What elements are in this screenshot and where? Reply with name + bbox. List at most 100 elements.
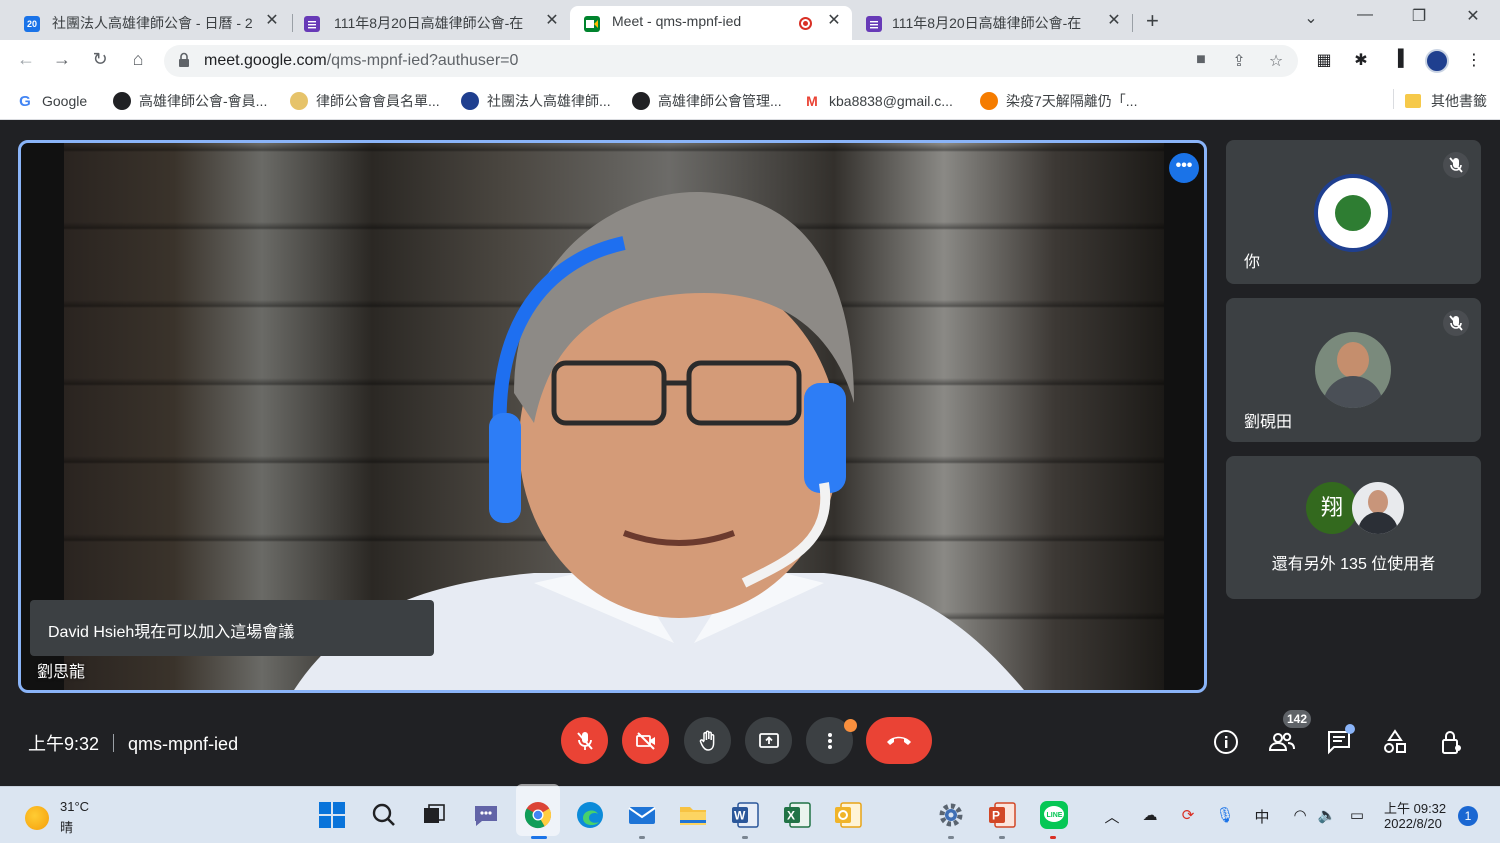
activities-button[interactable] — [1381, 728, 1409, 756]
volume-icon[interactable]: 🔈 — [1316, 806, 1338, 824]
reload-button[interactable]: ↻ — [88, 49, 112, 70]
windows-icon — [319, 802, 345, 828]
apps-grid-icon[interactable]: ▦ — [1313, 50, 1335, 70]
bookmark-item[interactable]: 高雄律師公會-會員... — [113, 91, 267, 111]
clock-time[interactable]: 上午 09:32 — [1384, 798, 1446, 817]
participant-tile-self[interactable]: 你 — [1226, 140, 1481, 284]
weather-temperature[interactable]: 31°C — [60, 799, 89, 814]
mail-taskbar-button[interactable] — [626, 800, 658, 830]
chat-bubble-icon — [475, 806, 497, 826]
file-explorer-taskbar-button[interactable] — [677, 800, 709, 830]
tile-more-options-button[interactable]: ••• — [1169, 153, 1199, 183]
profile-avatar[interactable] — [1425, 49, 1449, 73]
present-screen-button[interactable] — [745, 717, 792, 764]
wifi-icon[interactable]: ◠ — [1289, 806, 1311, 824]
participant-name: 劉硯田 — [1244, 414, 1293, 431]
other-bookmarks[interactable]: 其他書籤 — [1405, 91, 1487, 111]
join-notification: David Hsieh現在可以加入這場會議 — [30, 600, 434, 656]
bookmark-item[interactable]: 高雄律師公會管理... — [632, 91, 782, 111]
new-tab-button[interactable]: + — [1146, 8, 1159, 34]
tab-meet[interactable]: Meet - qms-mpnf-ied ✕ — [570, 6, 852, 40]
bookmark-label: 高雄律師公會-會員... — [139, 93, 268, 109]
tab-forms-2[interactable]: 111年8月20日高雄律師公會-在 ✕ — [852, 6, 1132, 40]
running-indicator — [1050, 836, 1056, 839]
input-method-indicator[interactable]: 中 — [1251, 806, 1273, 827]
close-tab-icon[interactable]: ✕ — [1104, 11, 1124, 31]
bookmark-item[interactable]: 社團法人高雄律師... — [461, 91, 611, 111]
search-button[interactable] — [368, 800, 400, 830]
tab-calendar[interactable]: 20 社團法人高雄律師公會 - 日曆 - 2 ✕ — [0, 6, 290, 40]
word-taskbar-button[interactable]: W — [729, 800, 761, 830]
camera-icon[interactable]: ■ — [1190, 51, 1212, 69]
settings-taskbar-button[interactable] — [935, 800, 967, 830]
sun-icon[interactable] — [25, 806, 49, 830]
battery-icon[interactable]: ▭ — [1346, 806, 1368, 824]
show-hidden-icons-chevron-icon[interactable]: ︿ — [1101, 806, 1123, 827]
host-controls-button[interactable] — [1438, 728, 1466, 756]
weather-condition[interactable]: 晴 — [60, 817, 73, 836]
site-icon — [632, 92, 650, 110]
camera-toggle-button[interactable] — [622, 717, 669, 764]
recording-icon — [799, 17, 812, 30]
sync-icon[interactable]: ⟳ — [1177, 806, 1199, 824]
task-view-button[interactable] — [418, 800, 450, 830]
microphone-icon[interactable]: 🎙 — [1214, 806, 1236, 824]
participant-avatar — [1315, 332, 1391, 408]
close-tab-icon[interactable]: ✕ — [824, 11, 844, 31]
bookmark-label: 高雄律師公會管理... — [658, 93, 782, 109]
mic-off-icon — [1443, 152, 1469, 178]
notification-badge[interactable]: 1 — [1458, 806, 1478, 826]
share-icon[interactable]: ⇪ — [1228, 51, 1250, 71]
bookmark-item[interactable]: 律師公會會員名單... — [290, 91, 440, 111]
tab-title: 111年8月20日高雄律師公會-在 — [334, 15, 524, 31]
more-participants-tile[interactable]: 翔 還有另外 135 位使用者 — [1226, 456, 1481, 599]
tab-title: Meet - qms-mpnf-ied — [612, 13, 742, 29]
forms-icon — [866, 16, 882, 32]
raise-hand-button[interactable] — [684, 717, 731, 764]
back-button[interactable]: ← — [14, 49, 38, 70]
close-window-button[interactable]: ✕ — [1458, 6, 1488, 26]
side-panel-icon[interactable]: ▐ — [1387, 50, 1409, 68]
svg-text:X: X — [787, 809, 795, 823]
outlook-taskbar-button[interactable] — [832, 800, 864, 830]
onedrive-cloud-icon[interactable]: ☁ — [1139, 806, 1161, 824]
outlook-icon — [835, 802, 862, 828]
extensions-puzzle-icon[interactable]: ✱ — [1350, 50, 1372, 70]
folder-icon — [680, 807, 706, 825]
bookmark-item[interactable]: G Google — [16, 91, 87, 111]
close-tab-icon[interactable]: ✕ — [262, 11, 282, 31]
tab-forms-1[interactable]: 111年8月20日高雄律師公會-在 ✕ — [282, 6, 570, 40]
meeting-details-button[interactable] — [1212, 728, 1240, 756]
meeting-code: qms-mpnf-ied — [128, 734, 239, 754]
bookmark-item[interactable]: Mkba8838@gmail.c... — [803, 91, 953, 111]
url-host: meet.google.com — [204, 52, 327, 69]
start-button[interactable] — [316, 800, 348, 830]
teams-chat-button[interactable] — [470, 800, 502, 830]
people-button[interactable] — [1268, 728, 1296, 756]
meeting-info: 上午9:32 qms-mpnf-ied — [28, 730, 238, 756]
leave-call-button[interactable] — [866, 717, 932, 764]
line-taskbar-button[interactable]: LINE — [1038, 800, 1070, 830]
main-speaker-tile[interactable]: ••• David Hsieh現在可以加入這場會議 劉思龍 — [18, 140, 1207, 693]
address-bar[interactable]: meet.google.com/qms-mpnf-ied?authuser=0 … — [164, 45, 1298, 77]
participant-tile[interactable]: 劉硯田 — [1226, 298, 1481, 442]
chrome-taskbar-button[interactable] — [522, 800, 554, 830]
tab-search-icon[interactable]: ⌄ — [1296, 8, 1326, 28]
bookmark-item[interactable]: 染疫7天解隔離仍「... — [980, 91, 1137, 111]
restore-window-button[interactable]: ❐ — [1404, 6, 1434, 26]
powerpoint-taskbar-button[interactable]: P — [986, 800, 1018, 830]
chrome-icon — [524, 802, 552, 829]
bookmark-label: kba8838@gmail.c... — [829, 93, 953, 109]
bookmark-star-icon[interactable]: ☆ — [1265, 51, 1287, 71]
chrome-menu-icon[interactable]: ⋮ — [1463, 50, 1485, 70]
forward-button[interactable]: → — [50, 49, 74, 70]
home-button[interactable]: ⌂ — [126, 49, 150, 70]
mic-toggle-button[interactable] — [561, 717, 608, 764]
close-tab-icon[interactable]: ✕ — [542, 11, 562, 31]
clock-date[interactable]: 2022/8/20 — [1384, 816, 1442, 831]
forms-icon — [304, 16, 320, 32]
excel-taskbar-button[interactable]: X — [781, 800, 813, 830]
svg-text:LINE: LINE — [1047, 812, 1063, 819]
edge-taskbar-button[interactable] — [574, 800, 606, 830]
minimize-window-button[interactable]: — — [1350, 6, 1380, 24]
